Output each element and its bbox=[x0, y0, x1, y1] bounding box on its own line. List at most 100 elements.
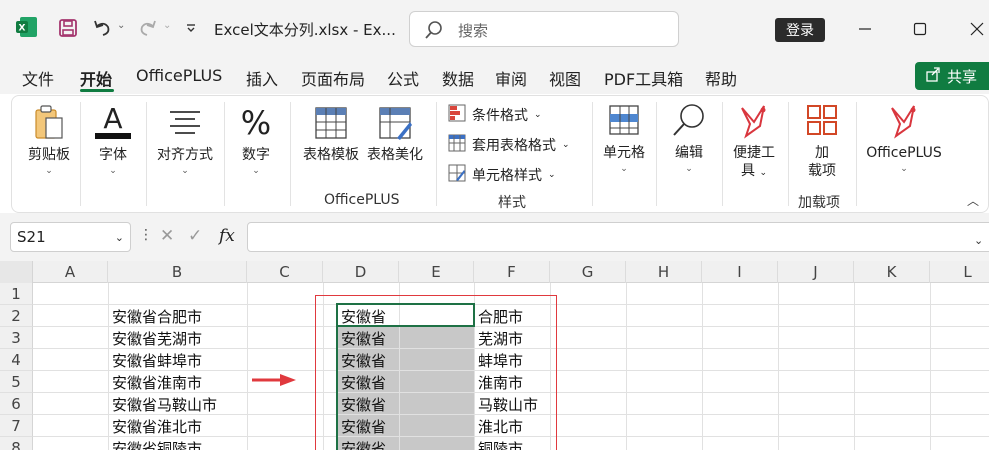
number-label: 数字 bbox=[242, 147, 270, 163]
cell-b7[interactable]: 安徽省淮北市 bbox=[108, 415, 202, 437]
share-icon bbox=[925, 66, 941, 86]
find-icon bbox=[670, 102, 708, 144]
chevron-down-icon: ⌄ bbox=[562, 140, 570, 150]
redo-icon[interactable] bbox=[136, 16, 160, 40]
name-box[interactable]: S21 ⌄ bbox=[10, 222, 131, 252]
column-header[interactable]: D bbox=[323, 261, 399, 283]
close-icon[interactable] bbox=[962, 14, 989, 44]
minimize-icon[interactable] bbox=[850, 14, 880, 44]
table-format-icon bbox=[448, 134, 466, 156]
redo-dropdown[interactable]: ⌄ bbox=[163, 20, 171, 31]
insert-function-icon[interactable]: fx bbox=[219, 226, 235, 246]
addins-label-2: 载项 bbox=[808, 163, 836, 179]
officeplus-button[interactable]: OfficePLUS ⌄ bbox=[862, 102, 946, 174]
tab-home[interactable]: 开始 bbox=[80, 66, 112, 90]
tab-page-layout[interactable]: 页面布局 bbox=[301, 66, 365, 90]
cell-b6[interactable]: 安徽省马鞍山市 bbox=[108, 393, 217, 415]
column-header[interactable]: K bbox=[854, 261, 930, 283]
percent-icon: % bbox=[236, 102, 276, 146]
tab-view[interactable]: 视图 bbox=[549, 66, 581, 90]
column-header[interactable]: C bbox=[247, 261, 323, 283]
column-header[interactable]: L bbox=[930, 261, 989, 283]
cell-b8[interactable]: 安徽省铜陵市 bbox=[108, 437, 202, 450]
column-header[interactable]: I bbox=[702, 261, 778, 283]
cell-b4[interactable]: 安徽省蚌埠市 bbox=[108, 349, 202, 371]
tab-insert[interactable]: 插入 bbox=[246, 66, 278, 90]
column-header[interactable]: H bbox=[626, 261, 702, 283]
column-header[interactable]: E bbox=[399, 261, 474, 283]
svg-text:X: X bbox=[19, 24, 26, 34]
row-header[interactable]: 6 bbox=[0, 393, 33, 415]
chevron-down-icon[interactable]: ⌄ bbox=[115, 231, 124, 244]
undo-dropdown[interactable]: ⌄ bbox=[117, 20, 125, 31]
style-group-label: 样式 bbox=[498, 195, 526, 211]
tab-help[interactable]: 帮助 bbox=[705, 66, 737, 90]
column-header[interactable]: A bbox=[33, 261, 108, 283]
spreadsheet-grid[interactable]: A B C D E F G H I J K L 1 2 3 4 5 6 7 8 … bbox=[0, 261, 989, 450]
column-header[interactable]: J bbox=[778, 261, 854, 283]
edit-button[interactable]: 编辑 ⌄ bbox=[666, 102, 712, 174]
cell-b2[interactable]: 安徽省合肥市 bbox=[108, 305, 202, 327]
chevron-down-icon: ⌄ bbox=[252, 166, 260, 176]
chevron-down-icon: ⌄ bbox=[685, 164, 693, 174]
login-button[interactable]: 登录 bbox=[775, 18, 825, 42]
gridline bbox=[247, 283, 248, 450]
clipboard-button[interactable]: 剪贴板 ⌄ bbox=[24, 104, 74, 176]
search-box[interactable]: 搜索 bbox=[409, 11, 679, 47]
quick-tools-button[interactable]: 便捷工 具 ⌄ bbox=[728, 102, 780, 182]
column-header[interactable]: F bbox=[474, 261, 550, 283]
cond-format-icon bbox=[448, 104, 466, 126]
tab-file[interactable]: 文件 bbox=[22, 66, 54, 90]
row-header[interactable]: 7 bbox=[0, 415, 33, 437]
row-header[interactable]: 1 bbox=[0, 283, 33, 305]
font-button[interactable]: A 字体 ⌄ bbox=[92, 102, 134, 176]
tab-formulas[interactable]: 公式 bbox=[387, 66, 419, 90]
gridline bbox=[930, 283, 931, 450]
gridline bbox=[702, 283, 703, 450]
addins-button[interactable]: 加 载项 bbox=[796, 102, 848, 180]
row-header[interactable]: 8 bbox=[0, 437, 33, 450]
more-options-icon[interactable]: ⋮ bbox=[139, 227, 153, 243]
group-separator bbox=[436, 102, 437, 206]
tab-pdf-tools[interactable]: PDF工具箱 bbox=[604, 66, 683, 90]
column-header[interactable]: G bbox=[550, 261, 626, 283]
cell-b3[interactable]: 安徽省芜湖市 bbox=[108, 327, 202, 349]
table-beautify-label: 表格美化 bbox=[367, 147, 423, 163]
table-template-button[interactable]: 表格模板 bbox=[300, 104, 362, 164]
save-icon[interactable] bbox=[56, 16, 80, 40]
chevron-down-icon: ⌄ bbox=[45, 166, 53, 176]
row-header[interactable]: 3 bbox=[0, 327, 33, 349]
undo-icon[interactable] bbox=[90, 16, 114, 40]
arrow-icon bbox=[250, 372, 298, 392]
row-header[interactable]: 5 bbox=[0, 371, 33, 393]
group-separator bbox=[290, 102, 291, 206]
alignment-button[interactable]: 对齐方式 ⌄ bbox=[154, 104, 216, 176]
maximize-icon[interactable] bbox=[905, 14, 935, 44]
number-button[interactable]: % 数字 ⌄ bbox=[234, 102, 278, 176]
tab-officeplus[interactable]: OfficePLUS bbox=[136, 66, 222, 85]
conditional-format-button[interactable]: 条件格式 ⌄ bbox=[448, 104, 542, 126]
share-button[interactable]: 共享 bbox=[915, 62, 989, 90]
addin-icon bbox=[804, 102, 840, 144]
column-header[interactable]: B bbox=[108, 261, 247, 283]
collapse-ribbon-icon[interactable]: ︿ bbox=[967, 192, 979, 209]
tab-data[interactable]: 数据 bbox=[442, 66, 474, 90]
gridline bbox=[626, 283, 627, 450]
confirm-icon[interactable]: ✓ bbox=[188, 226, 202, 246]
formula-input[interactable] bbox=[247, 222, 989, 252]
row-header[interactable]: 2 bbox=[0, 305, 33, 327]
cell-b5[interactable]: 安徽省淮南市 bbox=[108, 371, 202, 393]
cell-style-button[interactable]: 单元格样式 ⌄ bbox=[448, 164, 556, 186]
table-format-label: 套用表格格式 bbox=[472, 138, 556, 154]
paste-icon bbox=[32, 104, 66, 146]
select-all-corner[interactable] bbox=[0, 261, 33, 283]
tab-review[interactable]: 审阅 bbox=[495, 66, 527, 90]
table-beautify-button[interactable]: 表格美化 bbox=[364, 104, 426, 164]
table-format-button[interactable]: 套用表格格式 ⌄ bbox=[448, 134, 570, 156]
cancel-icon[interactable]: ✕ bbox=[160, 226, 174, 246]
cells-button[interactable]: 单元格 ⌄ bbox=[600, 102, 648, 174]
expand-formula-icon[interactable]: ⌄ bbox=[974, 234, 983, 247]
row-header[interactable]: 4 bbox=[0, 349, 33, 371]
customize-icon[interactable] bbox=[183, 16, 199, 40]
formula-bar: S21 ⌄ ⋮ ✕ ✓ fx ⌄ bbox=[0, 213, 989, 261]
